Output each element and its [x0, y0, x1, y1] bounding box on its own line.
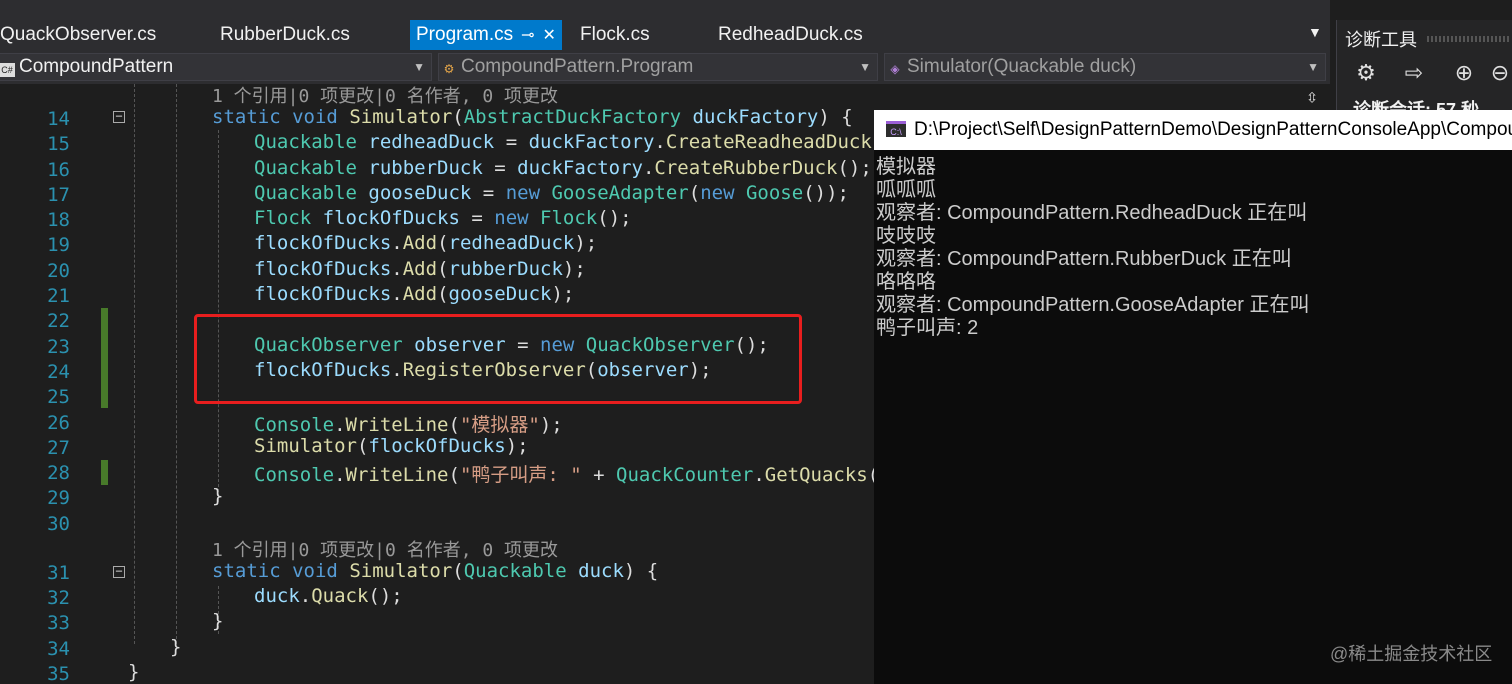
tab-rubberduck[interactable]: RubberDuck.cs: [220, 20, 350, 50]
chevron-down-icon: ▼: [413, 60, 425, 74]
class-dropdown[interactable]: ⚙ CompoundPattern.Program ▼: [438, 53, 878, 81]
chevron-down-icon: ▼: [859, 60, 871, 74]
class-icon: ⚙: [443, 62, 455, 76]
document-tab-bar: QuackObserver.cs RubberDuck.cs Program.c…: [0, 0, 1330, 50]
code-line: Quackable gooseDuck = new GooseAdapter(n…: [254, 182, 849, 204]
tab-label: Program.cs: [416, 24, 514, 45]
console-titlebar[interactable]: C:\ D:\Project\Self\DesignPatternDemo\De…: [874, 110, 1512, 150]
drag-grip[interactable]: [1427, 36, 1511, 42]
line-number: 22: [47, 310, 70, 332]
code-line: }: [212, 610, 224, 632]
tab-program[interactable]: Program.cs ⊸ ✕: [410, 20, 562, 50]
code-line: Flock flockOfDucks = new Flock();: [254, 207, 632, 229]
line-number: 20: [47, 260, 70, 282]
console-line: 观察者: CompoundPattern.RubberDuck 正在叫: [876, 248, 1292, 270]
class-name: CompoundPattern.Program: [461, 56, 694, 77]
tab-redheadduck[interactable]: RedheadDuck.cs: [718, 20, 863, 50]
code-line: flockOfDucks.Add(rubberDuck);: [254, 258, 586, 280]
code-line: }: [212, 485, 224, 507]
tab-label: RubberDuck.cs: [220, 24, 350, 45]
close-icon[interactable]: ✕: [543, 27, 556, 44]
line-number: 26: [47, 412, 70, 434]
codelens-hint[interactable]: 1 个引用|0 项更改|0 名作者, 0 项更改: [212, 84, 558, 108]
zoom-out-icon[interactable]: ⊖: [1485, 58, 1512, 88]
code-line: }: [170, 636, 182, 658]
navigation-bar: C# CompoundPattern ▼ ⚙ CompoundPattern.Pro…: [0, 50, 1330, 84]
line-number: 21: [47, 285, 70, 307]
line-number: 18: [47, 209, 70, 231]
line-number: 25: [47, 386, 70, 408]
split-editor-icon[interactable]: ⇳: [1298, 84, 1326, 110]
indent-guide: [134, 84, 135, 644]
csharp-project-icon: C#: [0, 63, 15, 77]
codelens-hint[interactable]: 1 个引用|0 项更改|0 名作者, 0 项更改: [212, 536, 558, 562]
line-number: 31: [47, 562, 70, 584]
line-number: 35: [47, 663, 70, 684]
console-window[interactable]: C:\ D:\Project\Self\DesignPatternDemo\De…: [874, 110, 1512, 684]
code-line: duck.Quack();: [254, 585, 403, 607]
change-indicator: [101, 460, 108, 485]
line-number: 23: [47, 336, 70, 358]
indent-guide: [176, 84, 177, 644]
console-line: 观察者: CompoundPattern.RedheadDuck 正在叫: [876, 202, 1308, 224]
change-indicator: [101, 308, 108, 408]
project-name: CompoundPattern: [19, 56, 174, 77]
collapse-icon[interactable]: −: [113, 110, 125, 123]
line-number: 24: [47, 361, 70, 383]
chevron-down-icon: ▼: [1307, 60, 1319, 74]
line-number: 34: [47, 638, 70, 660]
console-line: 鸭子叫声: 2: [876, 317, 979, 339]
tab-quackobserver[interactable]: QuackObserver.cs: [0, 20, 156, 50]
member-name: Simulator(Quackable duck): [907, 56, 1137, 77]
code-line: static void Simulator(Quackable duck) {: [212, 560, 659, 582]
line-number: 30: [47, 513, 70, 535]
line-number: 19: [47, 234, 70, 256]
pin-icon[interactable]: ⊸: [521, 27, 534, 44]
code-line: }: [128, 661, 140, 683]
line-number: 28: [47, 462, 70, 484]
line-number: 14: [47, 108, 70, 130]
console-app-icon: C:\: [886, 121, 906, 137]
tab-label: QuackObserver.cs: [0, 24, 157, 45]
console-title: D:\Project\Self\DesignPatternDemo\Design…: [914, 119, 1512, 140]
project-dropdown[interactable]: C# CompoundPattern ▼: [0, 53, 432, 81]
line-number: 16: [47, 159, 70, 181]
code-line: Simulator(flockOfDucks);: [254, 435, 529, 457]
code-line: static void Simulator(AbstractDuckFactor…: [212, 106, 853, 128]
line-number: 33: [47, 612, 70, 634]
line-number: 15: [47, 133, 70, 155]
export-icon[interactable]: ⇨: [1399, 58, 1429, 88]
member-dropdown[interactable]: ◈ Simulator(Quackable duck) ▼: [884, 53, 1326, 81]
code-line: Console.WriteLine("模拟器");: [254, 414, 563, 436]
line-number: 29: [47, 487, 70, 509]
tab-label: Flock.cs: [580, 24, 650, 45]
method-icon: ◈: [890, 62, 900, 76]
code-line: Quackable redheadDuck = duckFactory.Crea…: [254, 131, 906, 153]
watermark: @稀土掘金技术社区: [1330, 644, 1493, 664]
annotation-highlight-box: [194, 314, 802, 404]
code-line: flockOfDucks.Add(gooseDuck);: [254, 283, 575, 305]
tab-flock[interactable]: Flock.cs: [580, 20, 650, 50]
zoom-in-icon[interactable]: ⊕: [1449, 58, 1479, 88]
line-number: 32: [47, 587, 70, 609]
settings-gear-icon[interactable]: ⚙: [1351, 58, 1381, 88]
panel-title: 诊断工具: [1345, 30, 1417, 50]
code-line: Console.WriteLine("鸭子叫声: " + QuackCounte…: [254, 464, 913, 486]
collapse-icon[interactable]: −: [113, 565, 125, 578]
code-line: Quackable rubberDuck = duckFactory.Creat…: [254, 157, 872, 179]
code-line: flockOfDucks.Add(redheadDuck);: [254, 232, 598, 254]
tab-label: RedheadDuck.cs: [718, 24, 863, 45]
line-number: 27: [47, 437, 70, 459]
tab-overflow-icon[interactable]: ▼: [1308, 24, 1322, 40]
line-number: 17: [47, 184, 70, 206]
